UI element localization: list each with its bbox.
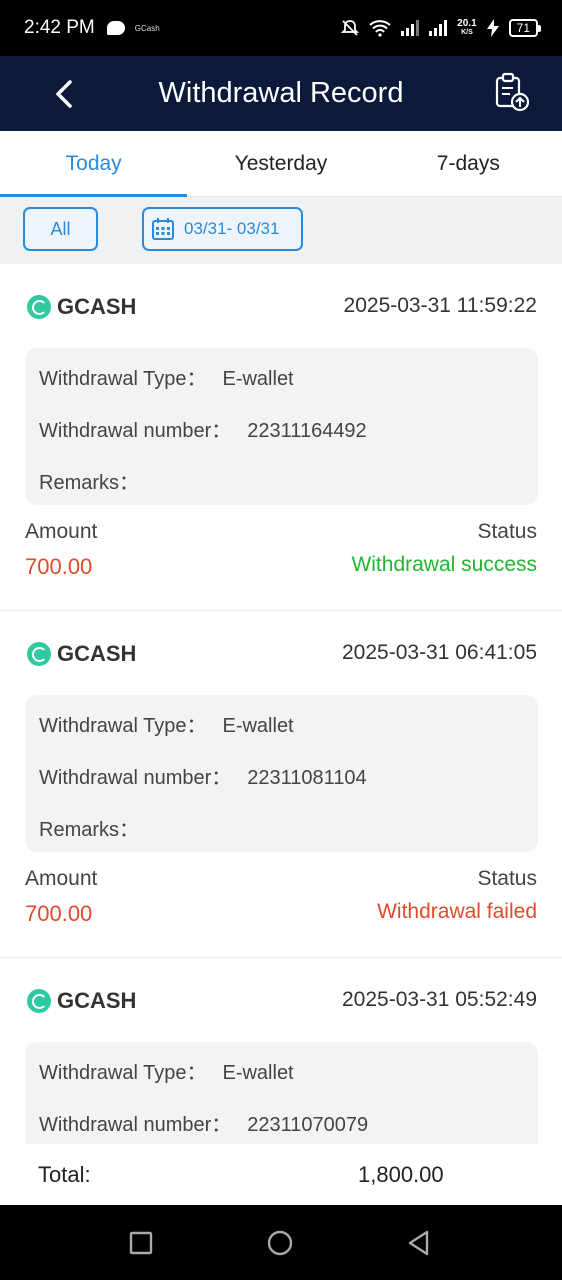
withdrawal-type-row: Withdrawal Type： E-wallet — [39, 1062, 294, 1084]
total-label: Total: — [38, 1162, 91, 1187]
calendar-icon — [152, 218, 174, 240]
withdrawal-number-row: Withdrawal number： 22311070079 — [39, 1114, 369, 1136]
record-datetime: 2025-03-31 06:41:05 — [342, 641, 537, 664]
gcash-notification-icon: GCash — [134, 23, 160, 33]
status-value: Withdrawal success — [351, 553, 537, 576]
status-label: Status — [477, 867, 537, 890]
status-bar: 2:42 PM GCash 20.1 K/S 71 — [0, 0, 562, 56]
total-bar: Total: 1,800.00 — [0, 1144, 562, 1205]
record-details: Withdrawal Type： E-wallet Withdrawal numb… — [25, 695, 538, 852]
tab-today[interactable]: Today — [0, 131, 188, 197]
signal-icon-2 — [429, 20, 448, 36]
wifi-icon — [369, 20, 391, 37]
amount-value: 700.00 — [25, 901, 93, 926]
record-details: Withdrawal Type： E-wallet Withdrawal numb… — [25, 348, 538, 505]
message-notification-icon — [106, 21, 125, 35]
payment-brand: GCASH — [27, 988, 136, 1014]
withdrawal-type-row: Withdrawal Type： E-wallet — [39, 715, 294, 737]
gcash-logo-icon — [27, 642, 51, 666]
filter-bar: All 03/31- 03/31 — [0, 197, 562, 264]
status-value: Withdrawal failed — [377, 900, 537, 923]
date-tabs: Today Yesterday 7-days — [0, 131, 562, 197]
total-value: 1,800.00 — [358, 1162, 444, 1187]
withdrawal-number-row: Withdrawal number： 22311081104 — [39, 767, 367, 789]
status-label: Status — [477, 520, 537, 543]
record-card[interactable]: GCASH 2025-03-31 11:59:22 Withdrawal Typ… — [0, 264, 562, 611]
clock: 2:42 PM — [24, 17, 95, 38]
remarks-row: Remarks： — [39, 472, 140, 494]
gcash-logo-icon — [27, 989, 51, 1013]
system-nav-bar — [0, 1205, 562, 1280]
tab-yesterday[interactable]: Yesterday — [187, 131, 374, 196]
payment-brand: GCASH — [27, 294, 136, 320]
net-speed: 20.1 K/S — [457, 18, 477, 37]
date-range-button[interactable]: 03/31- 03/31 — [142, 207, 303, 251]
record-card[interactable]: GCASH 2025-03-31 06:41:05 Withdrawal Typ… — [0, 611, 562, 958]
withdrawal-type-row: Withdrawal Type： E-wallet — [39, 368, 294, 390]
withdrawal-list: GCASH 2025-03-31 11:59:22 Withdrawal Typ… — [0, 264, 562, 1144]
record-datetime: 2025-03-31 11:59:22 — [343, 294, 537, 317]
amount-label: Amount — [25, 867, 98, 890]
recent-apps-icon[interactable] — [128, 1230, 154, 1256]
filter-all-button[interactable]: All — [23, 207, 98, 251]
charging-icon — [486, 19, 499, 37]
gcash-logo-icon — [27, 295, 51, 319]
record-datetime: 2025-03-31 05:52:49 — [342, 988, 537, 1011]
payment-brand: GCASH — [27, 641, 136, 667]
amount-value: 700.00 — [25, 554, 93, 579]
app-header: Withdrawal Record — [0, 56, 562, 131]
record-card[interactable]: GCASH 2025-03-31 05:52:49 Withdrawal Typ… — [0, 958, 562, 1144]
date-range-label: 03/31- 03/31 — [184, 219, 280, 238]
back-arrow-icon[interactable] — [50, 74, 80, 114]
signal-icon — [401, 20, 420, 36]
clipboard-upload-icon[interactable] — [494, 72, 530, 112]
amount-label: Amount — [25, 520, 98, 543]
back-nav-icon[interactable] — [406, 1230, 432, 1256]
withdrawal-number-row: Withdrawal number： 22311164492 — [39, 420, 367, 442]
page-title: Withdrawal Record — [158, 77, 404, 109]
status-icons: 20.1 K/S 71 — [341, 18, 542, 37]
mute-bell-icon — [341, 20, 360, 36]
record-details: Withdrawal Type： E-wallet Withdrawal numb… — [25, 1042, 538, 1144]
home-icon[interactable] — [267, 1230, 293, 1256]
remarks-row: Remarks： — [39, 819, 140, 841]
tab-7-days[interactable]: 7-days — [375, 131, 562, 196]
battery-icon: 71 — [508, 19, 542, 37]
